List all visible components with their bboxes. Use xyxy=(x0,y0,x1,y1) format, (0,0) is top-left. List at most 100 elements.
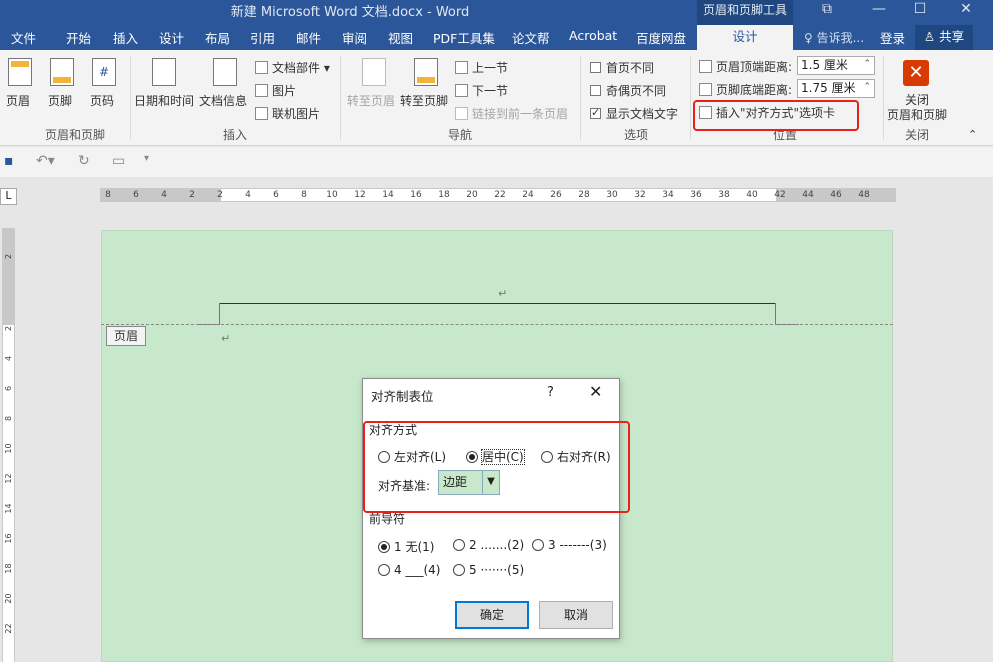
leader-none-radio[interactable]: 1 无(1) xyxy=(378,538,434,555)
goto-header-button[interactable]: 转至页眉 xyxy=(347,92,395,109)
ruler-tick-label: 12 xyxy=(354,190,366,200)
tab-view[interactable]: 视图 xyxy=(388,28,413,47)
tell-me-search[interactable]: ♀ 告诉我... xyxy=(804,29,864,46)
tab-pdf-tools[interactable]: PDF工具集 xyxy=(433,28,495,47)
tab-layout[interactable]: 布局 xyxy=(205,28,230,47)
different-odd-even-checkbox[interactable]: 奇偶页不同 xyxy=(590,82,666,99)
tab-file[interactable]: 文件 xyxy=(11,28,36,47)
share-button[interactable]: ♙ 共享 xyxy=(915,25,973,50)
ruler-tick-label: 42 xyxy=(774,190,786,200)
ruler-tick-label: 34 xyxy=(662,190,674,200)
ruler-tick-label: 10 xyxy=(326,190,338,200)
ruler-tick-label: 18 xyxy=(438,190,450,200)
tab-design-active[interactable]: 设计 xyxy=(697,25,793,50)
dialog-close-icon[interactable]: ✕ xyxy=(589,382,602,401)
tab-baidu-pan[interactable]: 百度网盘 xyxy=(636,28,686,47)
vertical-ruler[interactable]: 2 2 4 6 8 10 12 14 16 18 20 22 xyxy=(2,228,15,662)
title-bar: 新建 Microsoft Word 文档.docx - Word 页眉和页脚工具… xyxy=(0,0,993,25)
online-picture-button[interactable]: 联机图片 xyxy=(255,105,320,122)
vruler-tick-label: 12 xyxy=(4,473,13,484)
checkbox-icon xyxy=(590,62,601,73)
header-top-spinner[interactable]: 1.5 厘米 xyxy=(797,56,875,75)
page-number-icon: # xyxy=(92,58,116,86)
ruler-tick-label: 4 xyxy=(245,190,251,200)
login-button[interactable]: 登录 xyxy=(880,28,905,47)
minimize-icon[interactable]: — xyxy=(859,0,899,25)
picture-button[interactable]: 图片 xyxy=(255,82,296,99)
date-time-button[interactable]: 日期和时间 xyxy=(134,92,194,109)
horizontal-ruler[interactable]: 8 6 4 2 2 4 6 8 10 12 14 16 18 20 22 24 26 28 30 32 34 36 38 40… xyxy=(100,188,896,202)
online-picture-icon xyxy=(255,107,268,120)
footer-icon xyxy=(50,58,74,86)
cancel-button[interactable]: 取消 xyxy=(539,601,613,629)
radio-icon xyxy=(453,564,465,576)
tab-insert[interactable]: 插入 xyxy=(113,28,138,47)
document-info-icon xyxy=(213,58,237,86)
close-window-icon[interactable]: ✕ xyxy=(946,0,986,25)
previous-icon xyxy=(455,61,468,74)
ribbon-separator xyxy=(690,56,691,140)
footer-button[interactable]: 页脚 xyxy=(48,92,72,109)
footer-bottom-icon xyxy=(699,83,712,96)
highlight-box-dialog xyxy=(363,421,630,513)
previous-section-button[interactable]: 上一节 xyxy=(455,59,508,76)
comment-icon[interactable]: ▭ xyxy=(112,153,125,169)
next-icon xyxy=(455,84,468,97)
footer-bottom-spinner[interactable]: 1.75 厘米 xyxy=(797,79,875,98)
undo-icon[interactable]: ↶▾ xyxy=(36,153,55,169)
ruler-tick-label: 20 xyxy=(466,190,478,200)
link-icon xyxy=(455,107,468,120)
show-document-text-checkbox[interactable]: 显示文档文字 xyxy=(590,105,678,122)
vruler-margin-top xyxy=(3,228,14,325)
tab-acrobat[interactable]: Acrobat xyxy=(569,28,617,43)
customize-qat-icon[interactable]: ▾ xyxy=(144,153,149,164)
highlight-box-ribbon xyxy=(693,100,859,131)
help-icon[interactable]: ? xyxy=(547,385,554,400)
maximize-icon[interactable]: ☐ xyxy=(900,0,940,25)
close-header-footer-button-label[interactable]: 页眉和页脚 xyxy=(887,106,947,123)
picture-icon xyxy=(255,84,268,97)
context-tools-label: 页眉和页脚工具 xyxy=(697,0,793,25)
vruler-tick-label: 6 xyxy=(4,385,13,392)
different-first-page-checkbox[interactable]: 首页不同 xyxy=(590,59,654,76)
vruler-tick-label: 10 xyxy=(4,443,13,454)
tab-mailings[interactable]: 邮件 xyxy=(296,28,321,47)
leader-underline-radio[interactable]: 4 ___(4) xyxy=(378,563,440,577)
tab-review[interactable]: 审阅 xyxy=(342,28,367,47)
tab-home[interactable]: 开始 xyxy=(66,28,91,47)
next-section-button[interactable]: 下一节 xyxy=(455,82,508,99)
quick-access-toolbar: ▪ ↶▾ ↻ ▭ ▾ xyxy=(0,147,993,177)
ruler-tick-label: 22 xyxy=(494,190,506,200)
quick-parts-button[interactable]: 文档部件 ▾ xyxy=(255,59,330,76)
leader-dots-radio[interactable]: 2 .......(2) xyxy=(453,538,524,552)
vruler-tick-label: 4 xyxy=(4,355,13,362)
tab-references[interactable]: 引用 xyxy=(250,28,275,47)
document-info-button[interactable]: 文档信息 xyxy=(199,92,247,109)
tab-lunwenbang[interactable]: 论文帮 xyxy=(512,28,550,47)
goto-footer-icon xyxy=(414,58,438,86)
leader-dashes-radio[interactable]: 3 -------(3) xyxy=(532,538,607,552)
tab-design-doc[interactable]: 设计 xyxy=(159,28,184,47)
group-options-label: 选项 xyxy=(623,128,648,142)
header-corner xyxy=(219,303,220,325)
save-icon[interactable]: ▪ xyxy=(4,153,14,169)
restore-icon[interactable]: ⧉ xyxy=(807,0,847,25)
redo-icon[interactable]: ↻ xyxy=(78,153,90,169)
lightbulb-icon: ♀ xyxy=(804,31,817,45)
group-header-footer-label: 页眉和页脚 xyxy=(44,128,105,142)
header-button[interactable]: 页眉 xyxy=(6,92,30,109)
vruler-tick-label: 14 xyxy=(4,503,13,514)
ruler-tick-label: 2 xyxy=(189,190,195,200)
ok-button[interactable]: 确定 xyxy=(455,601,529,629)
tab-selector[interactable]: L xyxy=(0,188,17,205)
radio-icon xyxy=(378,564,390,576)
collapse-ribbon-icon[interactable]: ⌃ xyxy=(968,128,977,141)
goto-footer-button[interactable]: 转至页脚 xyxy=(400,92,448,109)
ruler-tick-label: 44 xyxy=(802,190,814,200)
close-header-footer-icon: ✕ xyxy=(903,60,929,86)
link-to-previous-button[interactable]: 链接到前一条页眉 xyxy=(455,105,568,122)
page-number-button[interactable]: 页码 xyxy=(90,92,114,109)
ribbon-separator xyxy=(340,56,341,140)
ruler-tick-label: 14 xyxy=(382,190,394,200)
leader-middle-dots-radio[interactable]: 5 ·······(5) xyxy=(453,563,524,577)
